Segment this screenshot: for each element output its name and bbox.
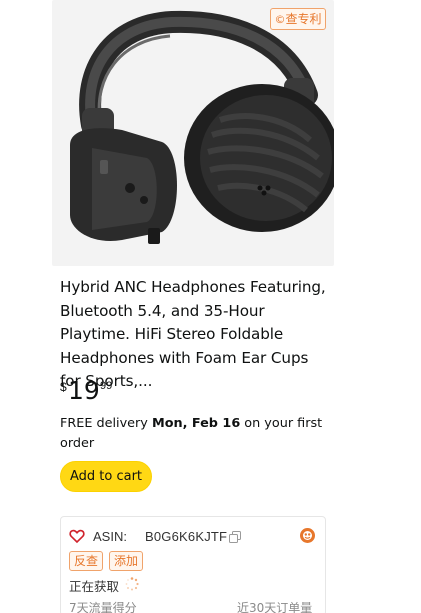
order-volume-label: 近30天订单量 — [237, 601, 313, 613]
asin-label: ASIN: — [93, 529, 127, 544]
reverse-lookup-tag[interactable]: 反查 — [69, 551, 104, 571]
product-image[interactable]: ©查专利 — [52, 0, 334, 266]
add-to-cart-button[interactable]: Add to cart — [60, 461, 152, 492]
traffic-score-label: 7天流量得分 — [69, 601, 137, 613]
headphones-image — [70, 10, 334, 244]
delivery-info: FREE delivery Mon, Feb 16 on your first … — [60, 414, 330, 454]
loading-text: 正在获取 — [69, 579, 120, 594]
loading-spinner-icon — [125, 577, 139, 591]
price-fraction: 99 — [100, 380, 113, 392]
extension-logo-icon[interactable] — [299, 527, 316, 544]
extension-panel: ASIN: B0G6K6KJTF 反查 添加 正在获取 7天流量得分 近30天订… — [60, 516, 326, 613]
price-whole: 19 — [68, 376, 100, 405]
copy-icon[interactable] — [229, 531, 241, 543]
copyright-icon: © — [274, 13, 286, 26]
patent-badge[interactable]: ©查专利 — [270, 8, 326, 30]
add-tag[interactable]: 添加 — [109, 551, 144, 571]
asin-value[interactable]: B0G6K6KJTF — [145, 529, 227, 544]
product-title[interactable]: Hybrid ANC Headphones Featuring, Bluetoo… — [60, 276, 328, 394]
patent-badge-label: 查专利 — [285, 12, 322, 26]
delivery-prefix: FREE delivery — [60, 416, 152, 431]
price-symbol: $ — [60, 380, 67, 394]
delivery-date: Mon, Feb 16 — [151, 416, 241, 431]
heart-icon[interactable] — [69, 528, 85, 544]
product-card: ©查专利 Hybrid ANC Headphones Featuring, Bl… — [52, 0, 334, 613]
